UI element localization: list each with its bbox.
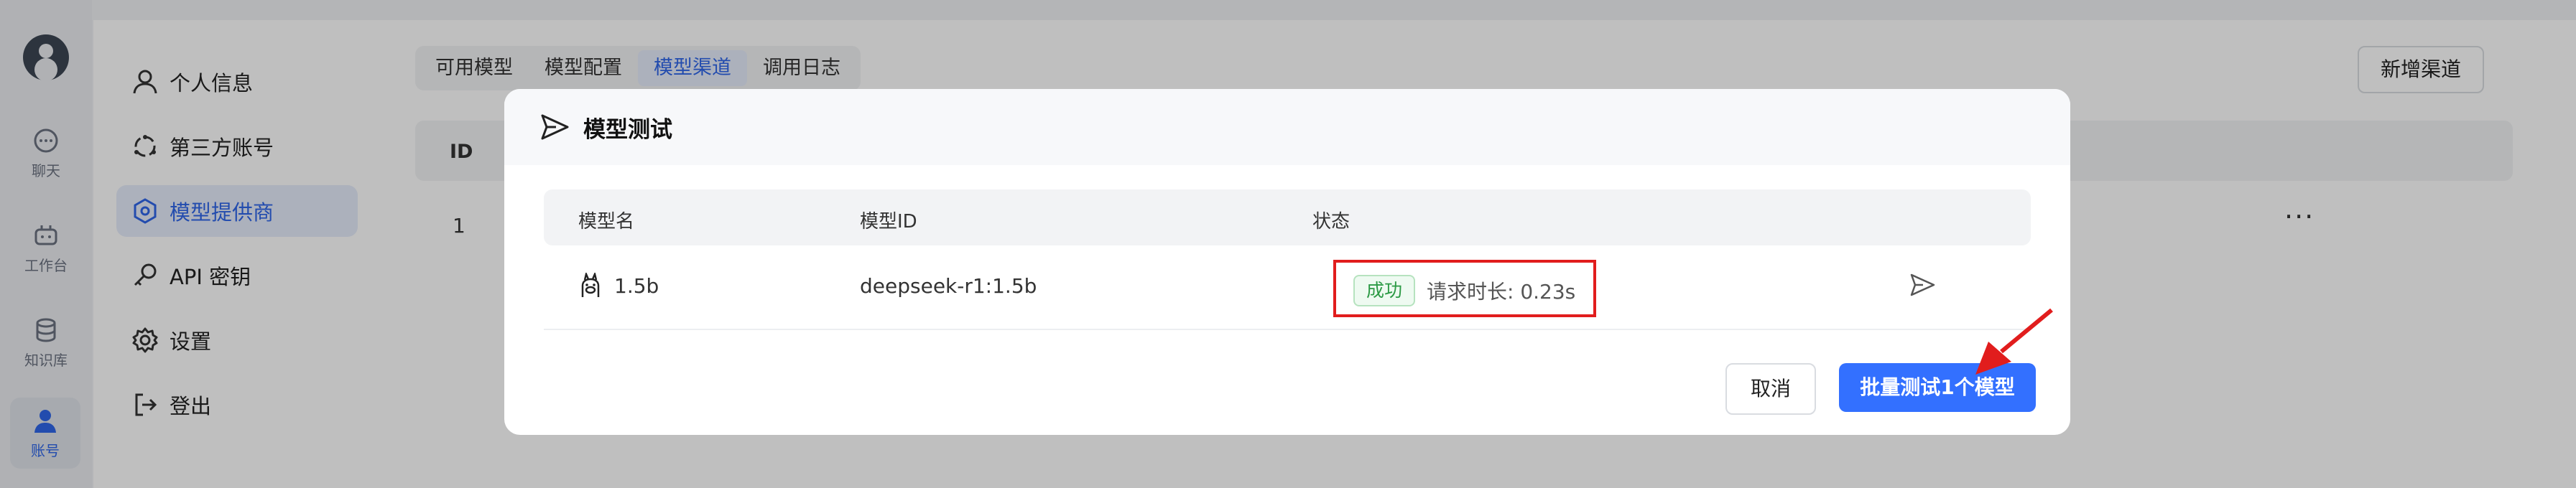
dialog-title: 模型测试 [583,116,672,143]
column-model-name: 模型名 [578,211,635,233]
request-duration: 请求时长: 0.23s [1427,280,1576,304]
table-row: 1.5b deepseek-r1:1.5b 成功 请求时长: 0.23s [544,245,2031,330]
status-badge: 成功 [1353,275,1416,306]
batch-test-button[interactable]: 批量测试1个模型 [1839,363,2036,412]
model-name: 1.5b [614,274,659,298]
model-test-dialog: 模型测试 模型名 模型ID 状态 1.5b deepseek-r1:1.5b 成… [504,89,2070,435]
column-model-id: 模型ID [860,211,917,233]
send-test-icon[interactable] [1909,271,1936,299]
send-icon [541,114,569,140]
column-status: 状态 [1312,211,1350,233]
status-highlight: 成功 请求时长: 0.23s [1333,260,1596,317]
model-icon [581,273,600,297]
cancel-button[interactable]: 取消 [1725,363,1816,415]
model-id: deepseek-r1:1.5b [860,274,1037,298]
test-table-header: 模型名 模型ID 状态 [544,189,2031,245]
dialog-header: 模型测试 [504,89,2070,165]
